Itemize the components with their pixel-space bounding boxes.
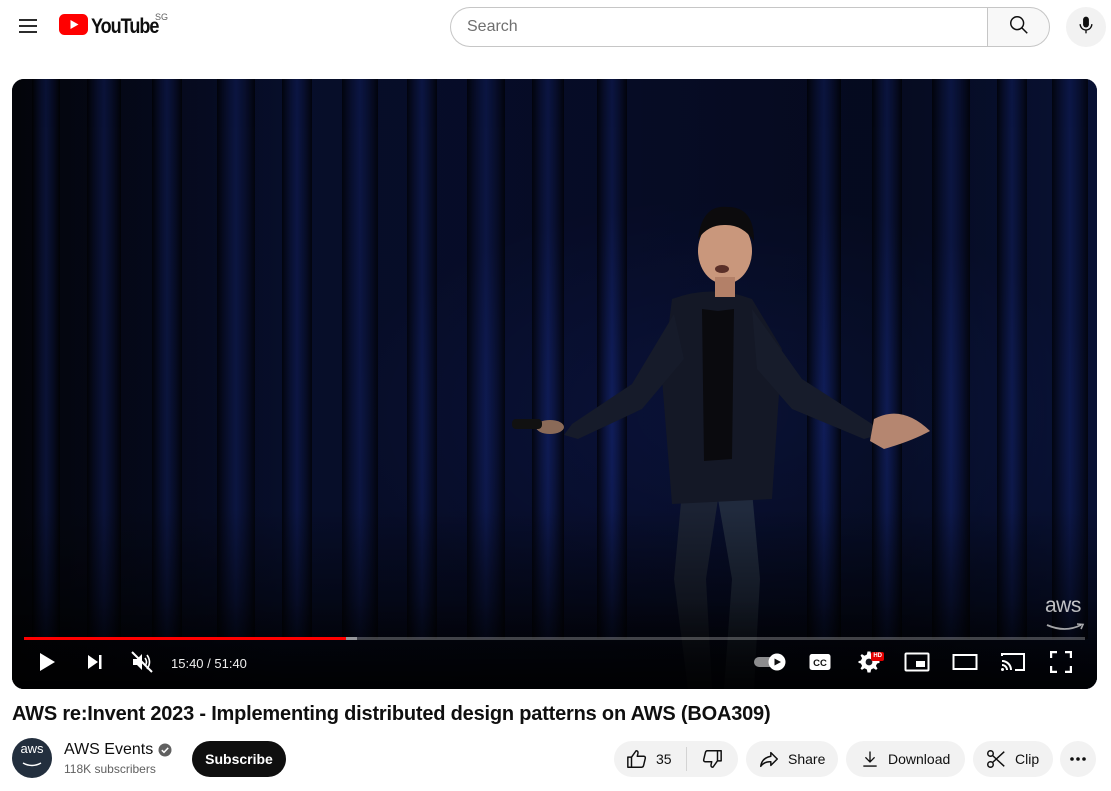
video-player[interactable]: aws 15:40 / 51:40 [12, 79, 1097, 689]
like-dislike-group: 35 [614, 741, 738, 777]
progress-played [24, 637, 346, 640]
controls-gradient [12, 599, 1097, 689]
more-actions-button[interactable] [1060, 741, 1096, 777]
progress-bar[interactable] [24, 637, 1085, 640]
share-label: Share [788, 751, 826, 767]
video-title: AWS re:Invent 2023 - Implementing distri… [12, 703, 771, 725]
subtitles-button[interactable]: CC [804, 646, 836, 682]
dislike-button[interactable] [687, 741, 738, 777]
clip-button[interactable]: Clip [973, 741, 1053, 777]
voice-search-button[interactable] [1066, 7, 1106, 47]
region-code: SG [155, 12, 169, 22]
subscriber-count: 118K subscribers [64, 761, 156, 776]
theater-mode-icon [952, 652, 978, 677]
avatar-text: aws [20, 741, 44, 756]
autoplay-toggle[interactable] [750, 646, 790, 682]
like-count: 35 [656, 751, 672, 767]
guide-menu-button[interactable] [8, 8, 48, 48]
clip-label: Clip [1015, 751, 1040, 767]
channel-owner: aws AWS Events 118K subscribers [12, 736, 172, 780]
like-button[interactable]: 35 [614, 747, 687, 771]
thumbs-down-icon [701, 748, 723, 770]
channel-avatar[interactable]: aws [12, 738, 52, 778]
channel-name[interactable]: AWS Events [64, 741, 153, 759]
hd-badge: HD [871, 652, 884, 661]
search-box [450, 7, 1050, 47]
play-button[interactable] [32, 646, 62, 682]
youtube-play-icon [59, 14, 88, 40]
settings-button[interactable]: HD [852, 646, 886, 682]
download-label: Download [888, 751, 951, 767]
scissors-icon [985, 748, 1007, 770]
download-icon [860, 749, 880, 769]
channel-name-row: AWS Events [64, 741, 172, 759]
more-horizontal-icon [1068, 749, 1088, 769]
mute-button[interactable] [126, 646, 158, 682]
time-display: 15:40 / 51:40 [171, 656, 247, 671]
video-frame[interactable] [12, 79, 1097, 689]
youtube-logo[interactable]: YouTube [59, 14, 169, 40]
autoplay-toggle-icon [752, 652, 788, 677]
hamburger-icon [16, 14, 40, 43]
channel-info: AWS Events 118K subscribers [64, 741, 172, 776]
cast-button[interactable] [996, 646, 1030, 682]
masthead: YouTube SG [0, 0, 1111, 56]
fullscreen-icon [1049, 650, 1073, 678]
play-icon [37, 651, 57, 678]
fullscreen-button[interactable] [1044, 646, 1078, 682]
search-button[interactable] [987, 7, 1050, 47]
avatar-smile-icon [21, 755, 43, 773]
skip-next-icon [85, 652, 105, 677]
search-icon [1008, 14, 1030, 41]
subscribe-button[interactable]: Subscribe [192, 741, 286, 777]
download-button[interactable]: Download [846, 741, 965, 777]
share-button[interactable]: Share [746, 741, 838, 777]
closed-captions-icon: CC [808, 652, 832, 677]
next-video-button[interactable] [80, 646, 110, 682]
verified-badge-icon [158, 743, 172, 757]
search-input[interactable] [450, 7, 987, 47]
theater-mode-button[interactable] [948, 646, 982, 682]
microphone-icon [1076, 15, 1096, 40]
miniplayer-icon [904, 651, 930, 678]
miniplayer-button[interactable] [900, 646, 934, 682]
thumbs-up-icon [626, 748, 648, 770]
share-arrow-icon [758, 748, 780, 770]
cast-icon [1000, 651, 1026, 678]
volume-muted-icon [130, 650, 154, 679]
svg-text:CC: CC [813, 658, 827, 669]
logo-wordmark: YouTube [91, 15, 159, 38]
